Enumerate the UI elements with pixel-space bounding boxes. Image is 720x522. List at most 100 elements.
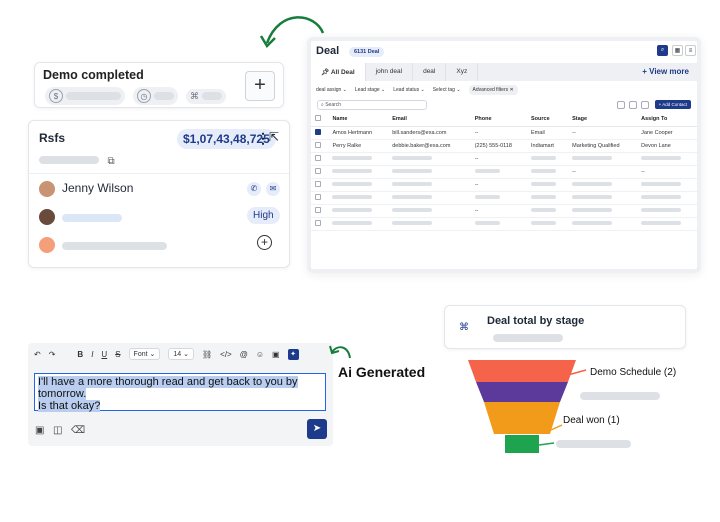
priority-badge[interactable]: High [247,207,280,224]
add-contact-button[interactable]: + Add Contact [654,100,691,109]
filter-lead-stage[interactable]: Lead stage ⌄ [355,87,385,93]
deal-tabs: 📌︎ All Deal john deal deal Xyz + View mo… [311,63,697,81]
tab-all-deal[interactable]: 📌︎ All Deal [311,63,366,81]
external-link-icon[interactable]: ⇱ [269,130,279,144]
underline-button[interactable]: U [101,350,107,359]
amount-meta: $ [45,87,125,105]
avatar [39,209,55,225]
contact-name: Jenny Wilson [62,181,134,195]
editor-toolbar: ↶ ↷ B I U S Font ⌄ 14 ⌄ ⛓ </> @ ☺ ▣ ✦ [34,348,299,360]
handshake-icon: ⌘ [190,90,199,101]
owner-row: High [29,203,289,233]
filter-deal-assign[interactable]: deal assign ⌄ [316,87,347,93]
search-input[interactable]: ⌕ Search [317,100,427,110]
export-icon[interactable] [641,101,649,109]
funnel-stage-4 [505,435,539,453]
italic-button[interactable]: I [91,350,93,359]
ai-generated-label: Ai Generated [338,364,426,380]
table-row[interactable] [311,191,697,205]
col-stage[interactable]: Stage [568,112,638,127]
deal-total-card: ⌘ Deal total by stage [444,305,686,349]
contact-row[interactable]: Jenny Wilson ✆ ✉ [29,173,289,203]
refresh-icon[interactable] [617,101,625,109]
more-options-icon[interactable]: ⋮ [256,130,270,147]
mail-icon[interactable]: ✉ [266,182,280,196]
filter-lead-status[interactable]: Lead status ⌄ [393,87,424,93]
image-icon[interactable]: ▣ [272,350,280,359]
col-source[interactable]: Source [527,112,569,127]
view-more-button[interactable]: + View more [642,67,689,76]
bold-button[interactable]: B [77,350,83,359]
phone-icon[interactable]: ✆ [247,182,261,196]
deal-detail-card: Rsfs $1,07,43,48,725 ⋮ ⇱ ⧉ Jenny Wilson … [28,120,290,268]
deal-count-badge: 6131 Deal [349,47,385,57]
table-row[interactable]: Perry Ralke debbie.baker@exa.com (225) 5… [311,139,697,153]
funnel-stage-2 [476,382,568,402]
deal-total-title: Deal total by stage [487,315,585,327]
demo-completed-card: Demo completed $ ◷ ⌘ + [34,62,284,108]
image-attach-icon[interactable]: ▣ [35,425,44,436]
deal-window-title: Deal [316,45,340,57]
table-header-row: Name Email Phone Source Stage Assign To [311,112,697,127]
select-all-checkbox[interactable] [315,115,321,121]
demo-card-title: Demo completed [43,68,144,82]
clock-icon: ◷ [137,89,151,103]
filter-select-tag[interactable]: Select tag ⌄ [433,87,461,93]
add-button[interactable]: + [245,71,275,101]
deal-title: Rsfs [39,131,66,145]
redo-icon[interactable]: ↷ [49,350,56,359]
table-row[interactable] [311,217,697,231]
tab-xyz[interactable]: Xyz [446,63,479,81]
table-row[interactable]: -- [311,152,697,166]
deal-toolbar: ⌕ Search + Add Contact [311,98,697,112]
size-select[interactable]: 14 ⌄ [168,348,194,360]
emoji-icon[interactable]: ☺ [256,350,264,359]
tab-john-deal[interactable]: john deal [366,63,414,81]
handshake-meta: ⌘ [186,88,226,104]
advanced-filters-button[interactable]: Advanced filters ✕ [468,84,518,95]
col-name[interactable]: Name [328,112,389,127]
col-assign[interactable]: Assign To [637,112,697,127]
date-meta: ◷ [133,87,178,105]
list-view-icon[interactable]: ≡ [685,45,696,56]
add-circle-icon[interactable]: + [257,235,272,250]
curved-arrow-icon [329,345,351,359]
send-button[interactable]: ➤ [307,419,327,439]
handshake-icon: ⌘ [459,322,469,333]
deal-table: Name Email Phone Source Stage Assign To … [311,112,697,231]
row-checkbox[interactable] [315,129,321,135]
code-icon[interactable]: </> [220,350,232,359]
funnel-stage-1 [468,360,576,382]
eraser-icon[interactable]: ⌫ [71,425,85,436]
table-row[interactable]: -- -- [311,165,697,179]
grid-view-icon[interactable]: ▦ [672,45,683,56]
funnel-stage-3 [484,402,560,434]
search-icon[interactable]: ⌕ [657,45,668,56]
row-checkbox[interactable] [315,142,321,148]
stage-label-deal-won: Deal won (1) [563,415,620,426]
text-editor: ↶ ↷ B I U S Font ⌄ 14 ⌄ ⛓ </> @ ☺ ▣ ✦ I'… [28,343,333,446]
mention-icon[interactable]: @ [240,350,248,359]
table-row[interactable]: -- [311,204,697,218]
tab-deal[interactable]: deal [413,63,447,81]
template-icon[interactable]: ◫ [53,425,62,436]
message-textarea[interactable]: I'll have a more thorough read and get b… [34,373,326,412]
copy-icon[interactable]: ⧉ [107,156,114,167]
strikethrough-button[interactable]: S [115,350,120,359]
col-phone[interactable]: Phone [470,112,528,127]
undo-icon[interactable]: ↶ [34,350,41,359]
stage-label-demo-schedule: Demo Schedule (2) [590,367,677,378]
table-row[interactable]: -- [311,178,697,192]
copy-icon[interactable] [629,101,637,109]
link-icon[interactable]: ⛓ [202,350,212,359]
dollar-icon: $ [49,89,63,103]
demo-card-meta: $ ◷ ⌘ [45,87,226,105]
deal-filters: deal assign ⌄ Lead stage ⌄ Lead status ⌄… [311,81,697,98]
col-email[interactable]: Email [388,112,471,127]
font-select[interactable]: Font ⌄ [128,348,161,360]
team-avatar [39,237,55,253]
team-row: + [29,231,289,261]
table-row[interactable]: Amos Hertmann bill.sanders@exa.com -- Em… [311,126,697,140]
ai-generate-icon[interactable]: ✦ [287,348,299,360]
avatar [39,181,55,197]
